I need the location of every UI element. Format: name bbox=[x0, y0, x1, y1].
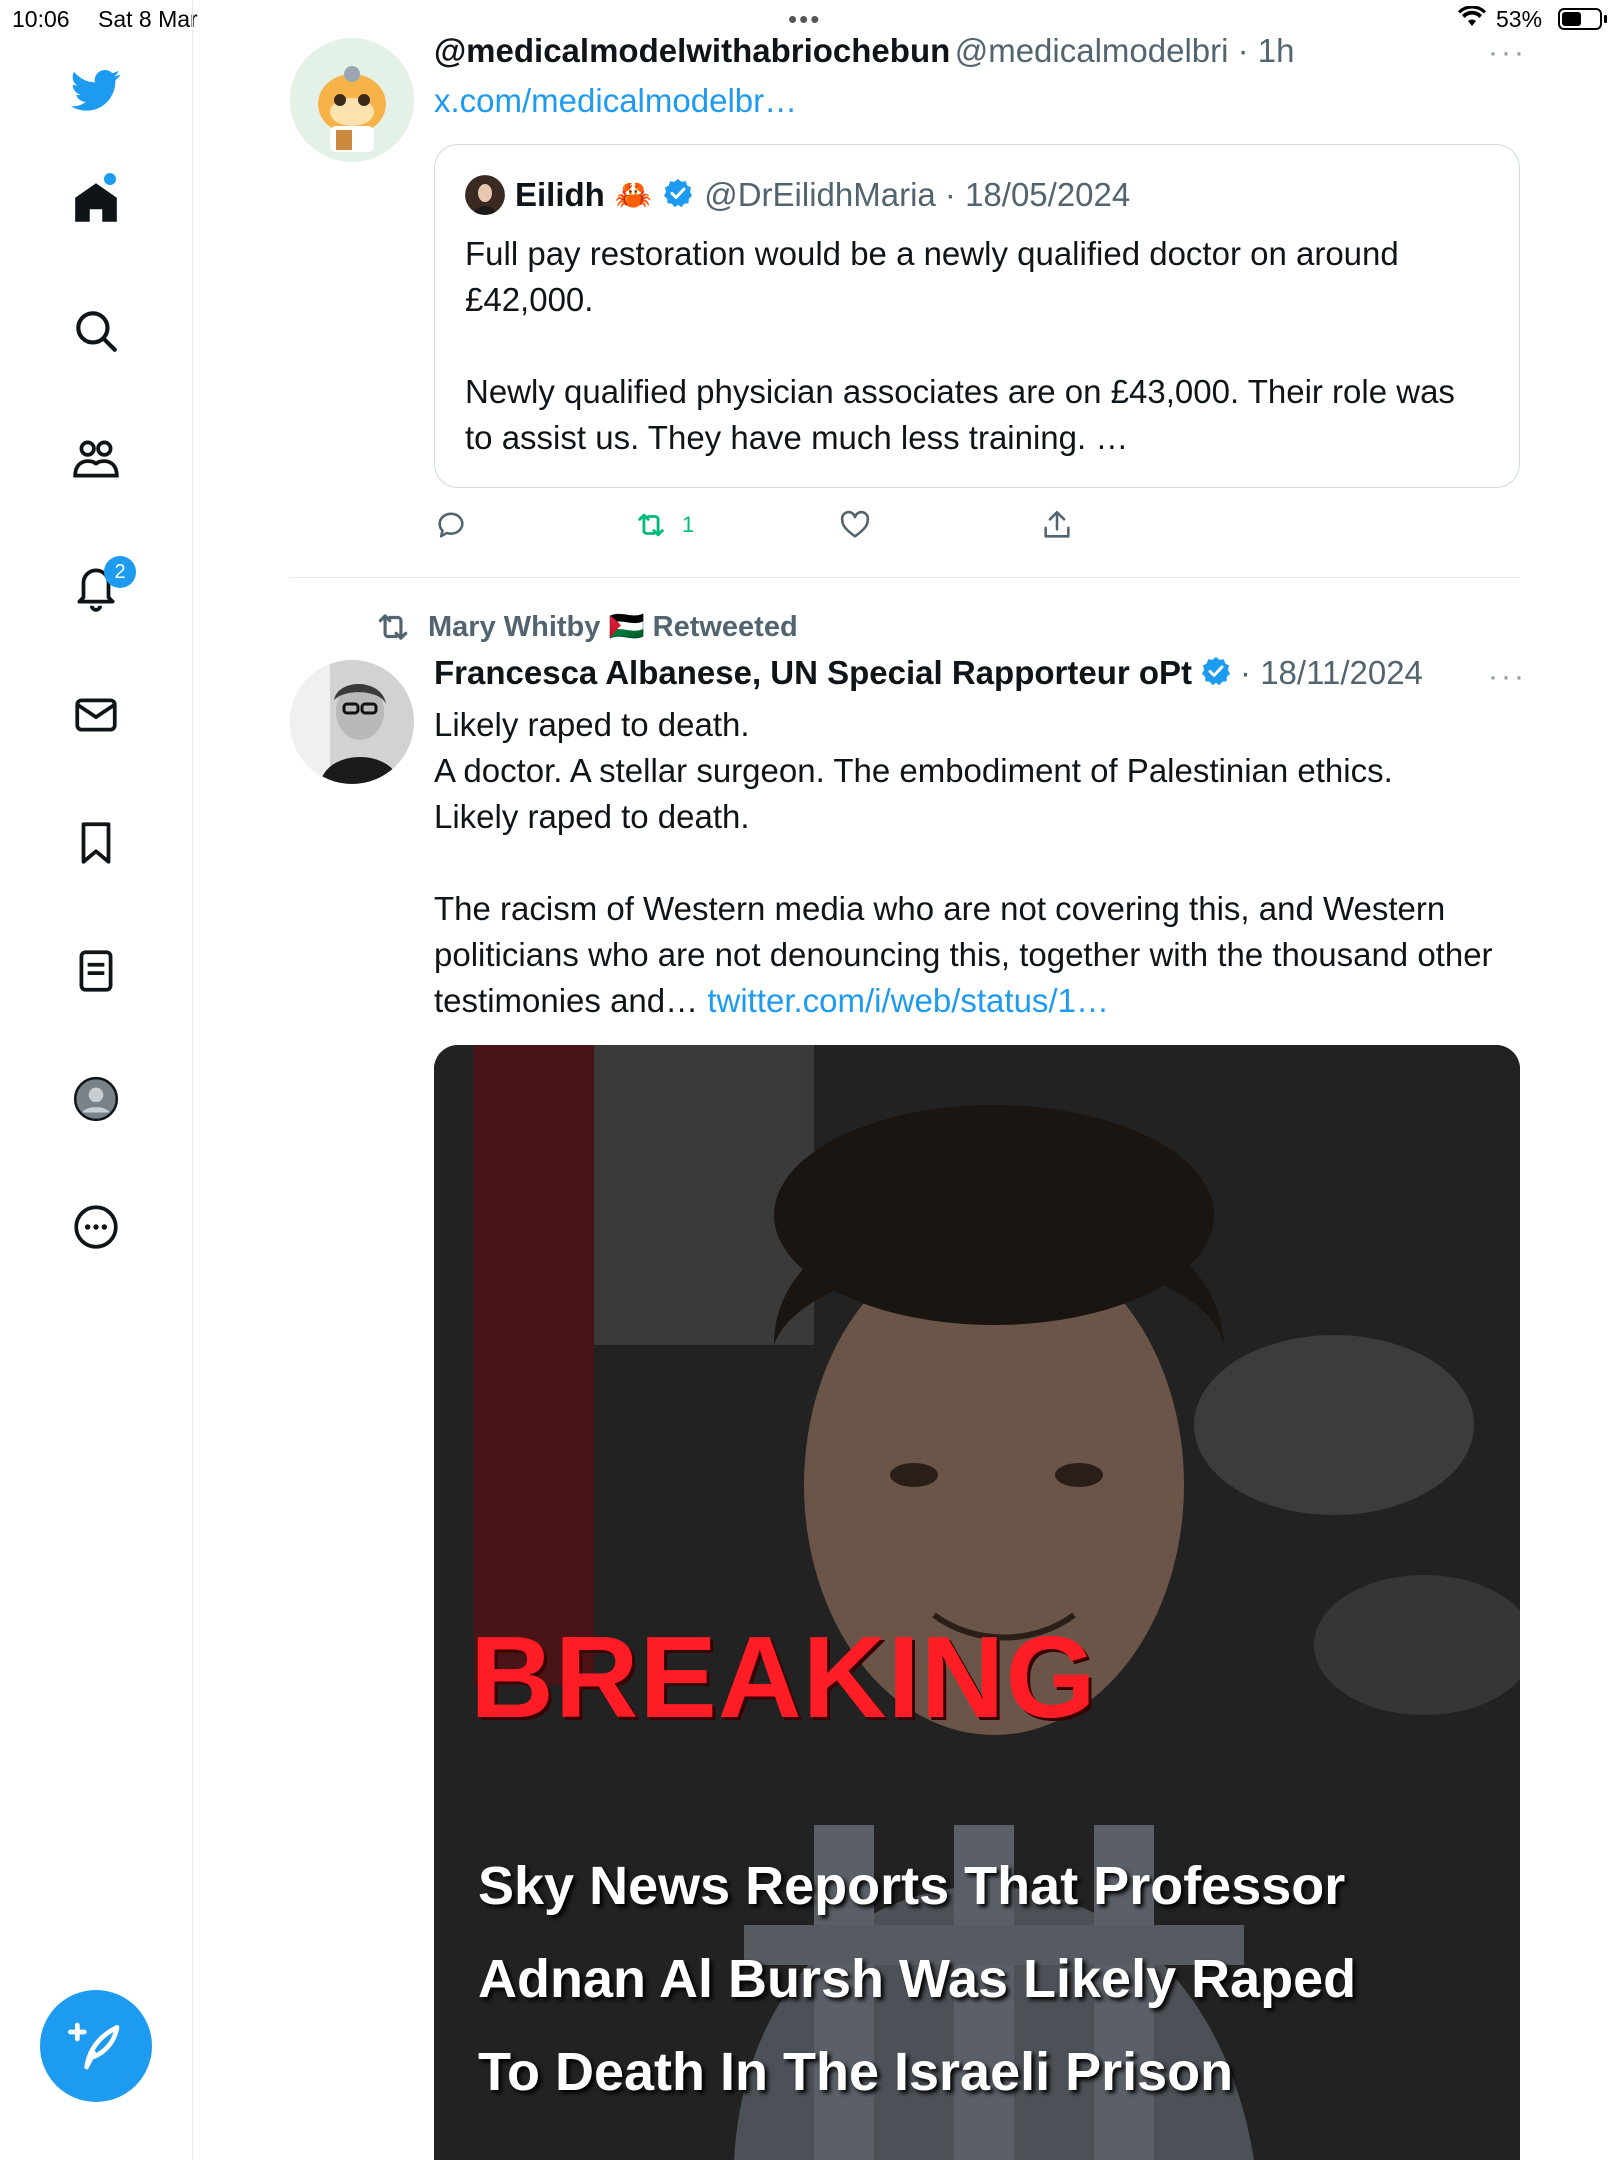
tweet-author-avatar[interactable] bbox=[290, 660, 414, 784]
tweet-date: · 18/11/2024 bbox=[1240, 654, 1423, 691]
retweet-icon bbox=[638, 513, 664, 537]
tweet-header: Francesca Albanese, UN Special Rapporteu… bbox=[434, 654, 1423, 692]
tweet-more-options-icon[interactable]: ··· bbox=[1488, 660, 1527, 694]
verified-badge-icon bbox=[662, 177, 694, 214]
reply-icon bbox=[438, 512, 464, 538]
media-caption-line: Adnan Al Bursh Was Likely Raped bbox=[478, 1949, 1357, 2009]
retweeted-icon bbox=[378, 614, 408, 640]
like-action[interactable] bbox=[838, 508, 872, 542]
share-action[interactable] bbox=[1040, 508, 1074, 542]
author-display-name[interactable]: Francesca Albanese, UN Special Rapporteu… bbox=[434, 654, 1192, 692]
quoted-tweet-header: Eilidh 🦀 @DrEilidhMaria · 18/05/2024 bbox=[465, 175, 1130, 215]
profile-avatar-icon[interactable] bbox=[56, 1059, 136, 1139]
heart-icon bbox=[840, 510, 870, 538]
quoted-author-name: Eilidh bbox=[515, 176, 605, 213]
retweet-action[interactable]: 1 bbox=[634, 508, 694, 542]
retweet-count: 1 bbox=[682, 512, 695, 537]
author-handle-time: @medicalmodelbri · 1h bbox=[954, 32, 1295, 69]
compose-tweet-button[interactable] bbox=[40, 1990, 152, 2102]
retweeted-by-label[interactable]: Mary Whitby 🇵🇸 Retweeted bbox=[428, 610, 798, 644]
lists-icon[interactable] bbox=[56, 931, 136, 1011]
tweet-body: Likely raped to death. A doctor. A stell… bbox=[434, 702, 1524, 1024]
tweet-media-image[interactable]: BREAKING Sky News Reports That Professor… bbox=[434, 1045, 1520, 2160]
quoted-tweet-text: Full pay restoration would be a newly qu… bbox=[465, 235, 1455, 456]
quoted-author-avatar bbox=[465, 175, 505, 215]
tweet-header: @medicalmodelwithabriochebun @medicalmod… bbox=[434, 32, 1295, 70]
share-icon bbox=[1044, 510, 1070, 538]
tweet-text: Likely raped to death. A doctor. A stell… bbox=[434, 706, 1493, 1019]
multitasking-grabber[interactable]: ••• bbox=[788, 4, 821, 35]
media-caption-line: To Death In The Israeli Prison bbox=[478, 2042, 1234, 2102]
tweet-status-link[interactable]: twitter.com/i/web/status/1… bbox=[707, 982, 1109, 1019]
verified-badge-icon bbox=[1200, 655, 1232, 692]
quoted-tweet-card[interactable]: Eilidh 🦀 @DrEilidhMaria · 18/05/2024 Ful… bbox=[434, 144, 1520, 488]
quoted-handle-date: @DrEilidhMaria · 18/05/2024 bbox=[704, 176, 1131, 213]
tweet-link[interactable]: x.com/medicalmodelbr… bbox=[434, 78, 797, 124]
retweeted-by-row: Mary Whitby 🇵🇸 Retweeted bbox=[374, 608, 798, 646]
tweet-author-avatar[interactable] bbox=[290, 38, 414, 162]
notifications-badge: 2 bbox=[104, 556, 136, 588]
media-caption-line: Sky News Reports That Professor bbox=[478, 1856, 1346, 1916]
more-options-icon[interactable] bbox=[56, 1187, 136, 1267]
author-display-name[interactable]: @medicalmodelwithabriochebun bbox=[434, 32, 950, 69]
tweet-more-options-icon[interactable]: ··· bbox=[1488, 36, 1527, 70]
search-icon[interactable] bbox=[56, 291, 136, 371]
sidebar-nav: 2 bbox=[0, 0, 193, 2160]
reply-action[interactable] bbox=[434, 508, 468, 542]
home-icon[interactable] bbox=[56, 163, 136, 243]
battery-icon bbox=[1558, 8, 1602, 30]
unread-indicator bbox=[104, 173, 116, 185]
communities-icon[interactable] bbox=[56, 419, 136, 499]
battery-percentage: 53% bbox=[1496, 6, 1543, 32]
compose-feather-icon bbox=[68, 2022, 120, 2070]
tweet-divider bbox=[290, 577, 1520, 578]
crab-emoji: 🦀 bbox=[614, 178, 653, 212]
wifi-icon bbox=[1458, 5, 1486, 34]
bookmark-icon[interactable] bbox=[56, 803, 136, 883]
messages-envelope-icon[interactable] bbox=[56, 675, 136, 755]
twitter-logo-icon[interactable] bbox=[56, 50, 136, 130]
media-breaking-headline: BREAKING bbox=[470, 1612, 1097, 1742]
